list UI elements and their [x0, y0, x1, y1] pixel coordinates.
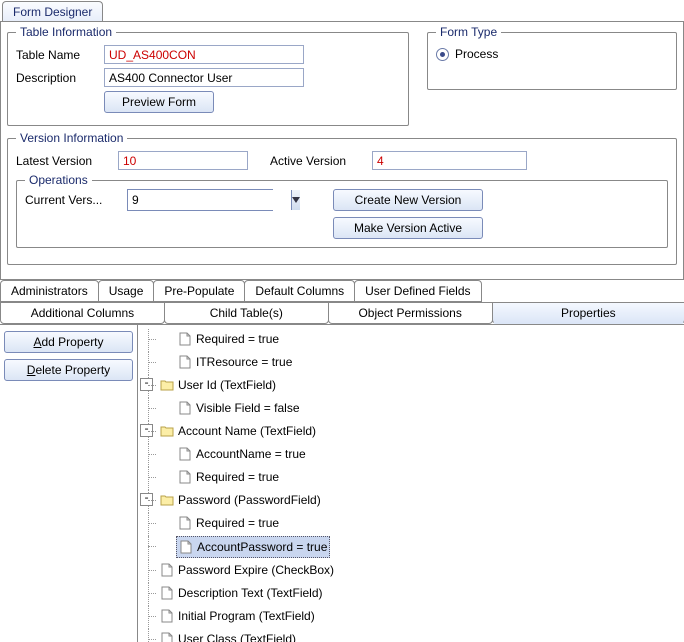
tree-node-label: Required = true [196, 329, 279, 349]
version-information-group: Version Information Latest Version Activ… [7, 138, 677, 265]
page-icon [160, 563, 174, 577]
page-icon [178, 355, 192, 369]
tree-property[interactable]: Required = true [176, 329, 281, 349]
process-radio-label: Process [455, 47, 498, 61]
table-name-input[interactable] [104, 45, 304, 64]
tab-child-table-s-[interactable]: Child Table(s) [164, 302, 329, 324]
create-new-version-button[interactable]: Create New Version [333, 189, 483, 211]
tree-node-label: Required = true [196, 513, 279, 533]
tab-default-columns[interactable]: Default Columns [244, 280, 355, 302]
properties-panel: Add Property Delete Property Required = … [0, 324, 684, 642]
tree-field[interactable]: Password Expire (CheckBox) [158, 560, 336, 580]
tree-node-label: Description Text (TextField) [178, 583, 323, 603]
form-type-group: Form Type Process [427, 32, 677, 90]
tree-node-label: User Id (TextField) [178, 375, 276, 395]
current-version-label: Current Vers... [25, 193, 121, 207]
description-input[interactable] [104, 68, 304, 87]
tree-property[interactable]: AccountPassword = true [176, 536, 330, 558]
tree-field[interactable]: Account Name (TextField) [158, 421, 318, 441]
tree-node-label: User Class (TextField) [178, 629, 296, 642]
active-version-label: Active Version [270, 154, 366, 168]
tree-toggle[interactable]: - [140, 424, 153, 437]
tree-node-label: Visible Field = false [196, 398, 300, 418]
preview-form-button[interactable]: Preview Form [104, 91, 214, 113]
table-information-group: Table Information Table Name Description… [7, 32, 409, 126]
tree-property[interactable]: Visible Field = false [176, 398, 302, 418]
tree-node-label: AccountPassword = true [197, 537, 327, 557]
tree-property[interactable]: Required = true [176, 513, 281, 533]
subtab-row-1: AdministratorsUsagePre-PopulateDefault C… [0, 280, 684, 302]
latest-version-label: Latest Version [16, 154, 112, 168]
tree-field[interactable]: Password (PasswordField) [158, 490, 323, 510]
page-icon [160, 609, 174, 623]
version-info-legend: Version Information [16, 131, 127, 145]
tab-pre-populate[interactable]: Pre-Populate [153, 280, 245, 302]
tree-toggle[interactable]: - [140, 493, 153, 506]
page-icon [178, 401, 192, 415]
folder-icon [160, 493, 174, 507]
tree-node-label: Password (PasswordField) [178, 490, 321, 510]
process-radio[interactable] [436, 48, 449, 61]
tree-field[interactable]: Description Text (TextField) [158, 583, 325, 603]
subtab-row-2: Additional ColumnsChild Table(s)Object P… [0, 302, 684, 324]
form-type-legend: Form Type [436, 25, 501, 39]
tab-form-designer[interactable]: Form Designer [2, 1, 103, 21]
page-icon [178, 332, 192, 346]
current-version-value[interactable] [128, 190, 291, 210]
tree-node-label: Account Name (TextField) [178, 421, 316, 441]
delete-property-button[interactable]: Delete Property [4, 359, 133, 381]
tree-node-label: Initial Program (TextField) [178, 606, 315, 626]
folder-icon [160, 378, 174, 392]
main-panel: Table Information Table Name Description… [0, 22, 684, 280]
tab-administrators[interactable]: Administrators [0, 280, 99, 302]
tree-field[interactable]: User Class (TextField) [158, 629, 298, 642]
tree-node-label: Password Expire (CheckBox) [178, 560, 334, 580]
page-icon [178, 447, 192, 461]
page-icon [160, 586, 174, 600]
make-version-active-button[interactable]: Make Version Active [333, 217, 483, 239]
current-version-combo[interactable] [127, 189, 273, 211]
page-icon [179, 540, 193, 554]
tab-properties[interactable]: Properties [492, 302, 684, 324]
page-icon [178, 470, 192, 484]
chevron-down-icon[interactable] [291, 190, 300, 210]
latest-version-input[interactable] [118, 151, 248, 170]
table-info-legend: Table Information [16, 25, 116, 39]
tab-user-defined-fields[interactable]: User Defined Fields [354, 280, 481, 302]
tree-node-label: ITResource = true [196, 352, 292, 372]
add-property-button[interactable]: Add Property [4, 331, 133, 353]
folder-icon [160, 424, 174, 438]
operations-legend: Operations [25, 173, 92, 187]
tab-additional-columns[interactable]: Additional Columns [0, 302, 165, 324]
active-version-input[interactable] [372, 151, 527, 170]
page-icon [178, 516, 192, 530]
description-label: Description [16, 71, 98, 85]
tab-object-permissions[interactable]: Object Permissions [328, 302, 493, 324]
table-name-label: Table Name [16, 48, 98, 62]
tree-node-label: Required = true [196, 467, 279, 487]
tree-property[interactable]: AccountName = true [176, 444, 308, 464]
tree-node-label: AccountName = true [196, 444, 306, 464]
tree-property[interactable]: Required = true [176, 467, 281, 487]
tree-field[interactable]: Initial Program (TextField) [158, 606, 317, 626]
tab-usage[interactable]: Usage [98, 280, 155, 302]
tree-field[interactable]: User Id (TextField) [158, 375, 278, 395]
tree-property[interactable]: ITResource = true [176, 352, 294, 372]
properties-tree[interactable]: Required = true ITResource = true - User Id… [138, 325, 684, 642]
tree-toggle[interactable]: - [140, 378, 153, 391]
operations-group: Operations Current Vers... Create New Ve… [16, 180, 668, 248]
